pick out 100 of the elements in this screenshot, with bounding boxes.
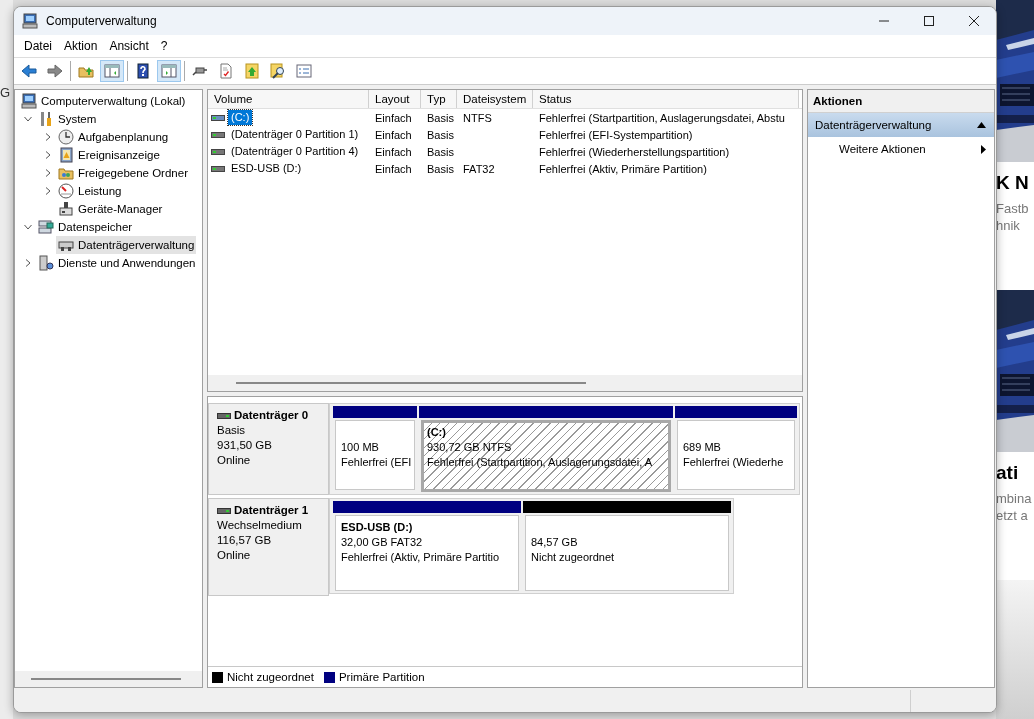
services-icon bbox=[38, 255, 54, 271]
partition-info: Nicht zugeordnet bbox=[531, 550, 616, 565]
partition-block[interactable]: ESD-USB (D:) 32,00 GB FAT32 Fehlerfrei (Aktiv, Primäre Partitio bbox=[335, 515, 519, 591]
chevron-icon[interactable] bbox=[43, 133, 52, 141]
export-icon bbox=[244, 63, 260, 79]
legend-label: Primäre Partition bbox=[338, 671, 425, 683]
partition-block[interactable]: 84,57 GB Nicht zugeordnet bbox=[525, 515, 729, 591]
computer-icon bbox=[21, 93, 37, 109]
tree-item[interactable]: Datenträgerverwaltung bbox=[56, 236, 197, 254]
close-icon bbox=[968, 16, 979, 26]
table-cell-text: Fehlerfrei (Startpartition, Auslagerungsdatei, Abstu bbox=[538, 111, 786, 124]
chevron-icon[interactable] bbox=[43, 187, 52, 195]
chevron-icon[interactable] bbox=[23, 115, 32, 123]
partition-info: 100 MB bbox=[341, 440, 380, 455]
column-header[interactable]: Dateisystem bbox=[457, 90, 533, 108]
document-icon bbox=[218, 63, 234, 79]
table-cell-text: Fehlerfrei (EFI-Systempartition) bbox=[538, 128, 694, 141]
horizontal-scrollbar[interactable] bbox=[15, 671, 202, 687]
partition-block[interactable]: (C:) 930,72 GB NTFS Fehlerfrei (Startpartition, Auslagerungsdatei, A bbox=[421, 420, 671, 492]
column-header[interactable]: Typ bbox=[421, 90, 457, 108]
clock-icon bbox=[58, 129, 74, 145]
table-cell-text: FAT32 bbox=[462, 162, 496, 175]
partition-info: 930,72 GB NTFS bbox=[427, 440, 513, 455]
partition-block[interactable]: 100 MB Fehlerfrei (EFI bbox=[335, 420, 415, 490]
tree-item[interactable]: Geräte-Manager bbox=[56, 200, 165, 218]
table-cell-text: Fehlerfrei (Aktiv, Primäre Partition) bbox=[538, 162, 708, 175]
disk-info: 116,57 GB bbox=[217, 533, 273, 548]
partition-block[interactable]: 689 MB Fehlerfrei (Wiederhe bbox=[677, 420, 795, 490]
disk-info: Online bbox=[217, 548, 252, 563]
action-item[interactable]: Weitere Aktionen bbox=[808, 137, 994, 161]
section-header[interactable]: Datenträgerverwaltung bbox=[808, 113, 994, 137]
table-cell-text: Einfach bbox=[374, 128, 413, 141]
drive-icon bbox=[217, 506, 231, 515]
tree-item[interactable]: Aufgabenplanung bbox=[56, 128, 171, 146]
column-header[interactable]: Status bbox=[533, 90, 799, 108]
table-cell-text: Einfach bbox=[374, 145, 413, 158]
background-text: G bbox=[0, 85, 11, 100]
ad-text: etzt a bbox=[996, 507, 1029, 524]
ad-headline[interactable]: ati bbox=[996, 462, 1034, 484]
tree-item[interactable]: Freigegebene Ordner bbox=[56, 164, 190, 182]
chevron-icon[interactable] bbox=[43, 151, 52, 159]
partition-info: 32,00 GB FAT32 bbox=[341, 535, 424, 550]
menu-item[interactable]: Datei bbox=[18, 37, 58, 55]
table-cell-text: Basis bbox=[426, 111, 455, 124]
ad-headline[interactable]: K N bbox=[996, 172, 1034, 194]
column-header[interactable]: Layout bbox=[369, 90, 421, 108]
drive-label[interactable]: (C:) bbox=[228, 110, 253, 125]
list-icon bbox=[296, 63, 312, 79]
drive-label[interactable]: (Datenträger 0 Partition 4) bbox=[228, 144, 362, 159]
drive-icon bbox=[211, 112, 225, 123]
drive-label[interactable]: ESD-USB (D:) bbox=[228, 161, 305, 176]
disk-name: Datenträger 1 bbox=[234, 503, 309, 518]
table-cell-text: Einfach bbox=[374, 111, 413, 124]
disk-info: Wechselmedium bbox=[217, 518, 303, 533]
panes-icon bbox=[161, 63, 177, 79]
partition-info: 689 MB bbox=[683, 440, 722, 455]
chevron-icon[interactable] bbox=[43, 169, 52, 177]
tree-item[interactable]: Dienste und Anwendungen bbox=[36, 254, 198, 272]
partition-info: 84,57 GB bbox=[531, 535, 579, 550]
share-icon bbox=[58, 165, 74, 181]
storage-icon bbox=[38, 219, 54, 235]
chevron-icon[interactable] bbox=[23, 259, 32, 267]
device-icon bbox=[58, 201, 74, 217]
table-cell-text: Basis bbox=[426, 128, 455, 141]
partition-info: Fehlerfrei (Aktiv, Primäre Partitio bbox=[341, 550, 501, 565]
drive-icon bbox=[211, 146, 225, 157]
computer-icon bbox=[22, 13, 38, 29]
tree-item[interactable]: Ereignisanzeige bbox=[56, 146, 162, 164]
tree-item[interactable]: Computerverwaltung (Lokal) bbox=[19, 92, 188, 110]
menu-item[interactable]: ? bbox=[154, 37, 174, 55]
disk-name: Datenträger 0 bbox=[234, 408, 309, 423]
ad-text: Fastb bbox=[996, 200, 1030, 217]
table-cell-text: Einfach bbox=[374, 162, 413, 175]
search-icon bbox=[270, 63, 286, 79]
partition-info: Fehlerfrei (Wiederhe bbox=[683, 455, 785, 470]
tree-item[interactable]: Datenspeicher bbox=[36, 218, 135, 236]
drive-icon bbox=[211, 129, 225, 140]
table-cell-text: Basis bbox=[426, 145, 455, 158]
tree-item[interactable]: Leistung bbox=[56, 182, 124, 200]
partition-info: Fehlerfrei (Startpartition, Auslagerungsdatei, A bbox=[427, 455, 653, 470]
partition-name: (C:) bbox=[427, 425, 447, 440]
horizontal-scrollbar[interactable] bbox=[208, 375, 802, 391]
window-title: Computerverwaltung bbox=[46, 14, 157, 28]
back-icon bbox=[21, 63, 37, 79]
help-icon bbox=[135, 63, 151, 79]
drive-label[interactable]: (Datenträger 0 Partition 1) bbox=[228, 127, 362, 142]
chevron-icon[interactable] bbox=[23, 223, 32, 231]
column-header[interactable]: Volume bbox=[208, 90, 369, 108]
menu-item[interactable]: Aktion bbox=[58, 37, 104, 55]
tree-toggle-button[interactable] bbox=[100, 60, 124, 82]
disk-info: 931,50 GB bbox=[217, 438, 273, 453]
tree-item[interactable]: System bbox=[36, 110, 99, 128]
panes-icon bbox=[104, 63, 120, 79]
partition-info: Fehlerfrei (EFI bbox=[341, 455, 410, 470]
menu-item[interactable]: Ansicht bbox=[103, 37, 155, 55]
log-icon bbox=[58, 147, 74, 163]
legend-label: Nicht zugeordnet bbox=[227, 671, 314, 683]
drive-icon bbox=[211, 163, 225, 174]
table-cell-text: Basis bbox=[426, 162, 455, 175]
drive-icon bbox=[217, 411, 231, 420]
